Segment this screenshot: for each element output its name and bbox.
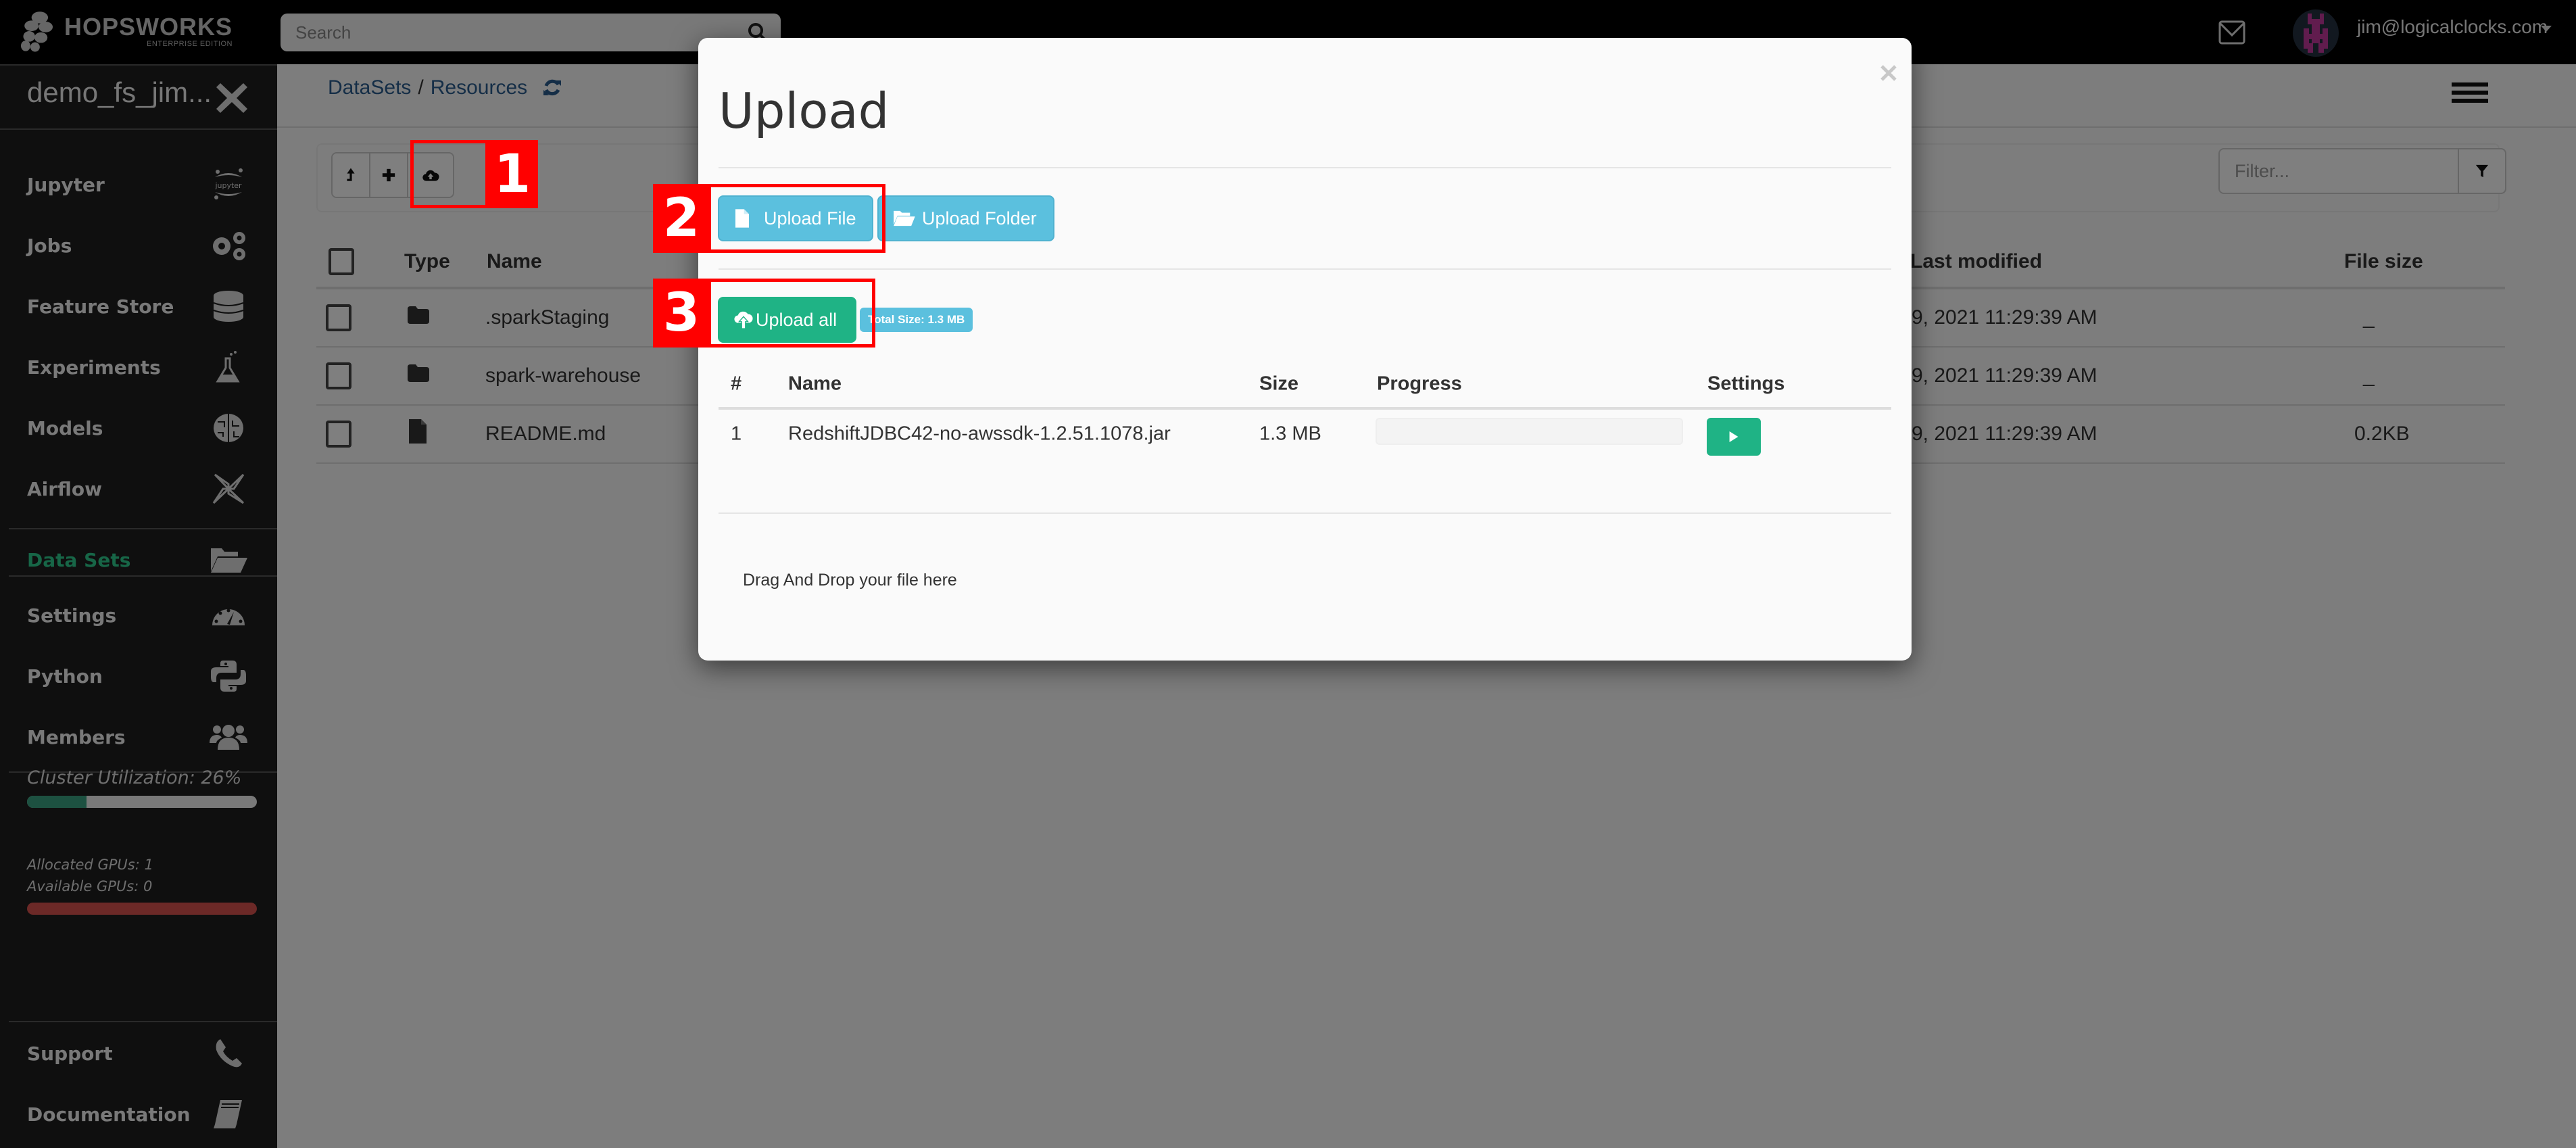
play-icon xyxy=(1729,431,1739,442)
drop-zone-text: Drag And Drop your file here xyxy=(743,571,957,590)
total-size-badge: Total Size: 1.3 MB xyxy=(860,308,973,332)
start-upload-button[interactable] xyxy=(1707,418,1761,456)
annotation-box-3 xyxy=(708,279,875,348)
upload-progress-bar xyxy=(1376,418,1683,445)
modal-divider xyxy=(719,512,1891,514)
column-header-name: Name xyxy=(788,373,842,395)
modal-divider xyxy=(719,167,1891,168)
annotation-label-1: 1 xyxy=(487,140,538,208)
upload-folder-button[interactable]: Upload Folder xyxy=(877,195,1054,241)
upload-modal: Upload Upload File Upload Folder Upload … xyxy=(698,38,1912,661)
upload-queue-table: # Name Size Progress Settings 1 Redshift… xyxy=(719,361,1891,471)
column-header-size: Size xyxy=(1259,373,1299,395)
close-icon[interactable] xyxy=(1878,62,1899,84)
upload-index: 1 xyxy=(731,423,742,445)
drop-zone[interactable]: Drag And Drop your file here xyxy=(719,515,1891,644)
annotation-box-2 xyxy=(708,184,885,253)
modal-title: Upload xyxy=(719,82,890,139)
upload-row: 1 RedshiftJDBC42-no-awssdk-1.2.51.1078.j… xyxy=(719,410,1891,471)
annotation-box-1 xyxy=(410,140,489,208)
column-header-settings: Settings xyxy=(1707,373,1785,395)
upload-file-name: RedshiftJDBC42-no-awssdk-1.2.51.1078.jar xyxy=(788,423,1171,445)
column-header-progress: Progress xyxy=(1377,373,1462,395)
annotation-label-3: 3 xyxy=(653,279,710,348)
folder-open-icon xyxy=(892,210,915,227)
table-header: # Name Size Progress Settings xyxy=(719,361,1891,410)
column-header-index: # xyxy=(731,373,742,395)
annotation-label-2: 2 xyxy=(653,184,710,253)
upload-folder-label: Upload Folder xyxy=(922,208,1037,229)
modal-divider xyxy=(719,268,1891,270)
upload-file-size: 1.3 MB xyxy=(1259,423,1321,445)
